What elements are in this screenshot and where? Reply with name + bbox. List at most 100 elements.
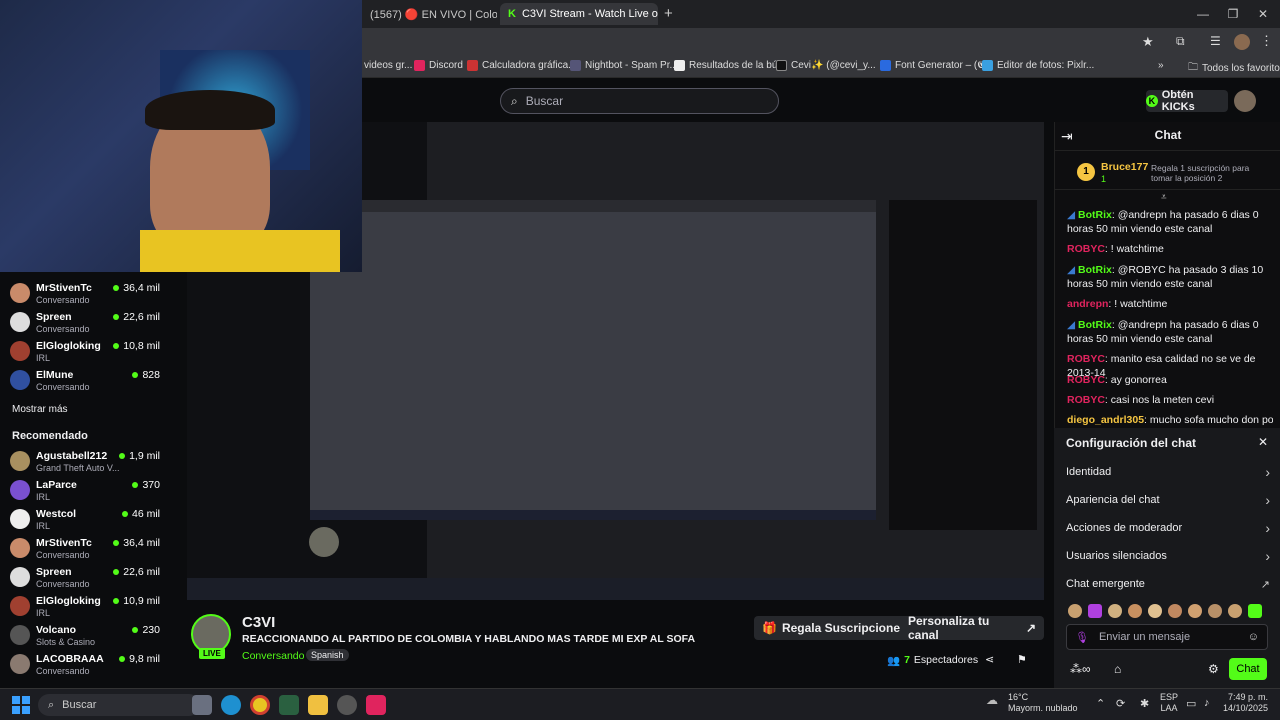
- more-bookmarks-icon[interactable]: »: [1158, 60, 1164, 71]
- emote-icon[interactable]: [1228, 604, 1242, 618]
- chat-message-input[interactable]: 🎙 Enviar un mensaje ☺: [1066, 624, 1268, 650]
- sidebar-channel-mrstiventc[interactable]: MrStivenTc Conversando 36,4 mil: [10, 280, 160, 308]
- chat-username[interactable]: ROBYC: [1067, 374, 1105, 386]
- channel-name: LaParce: [36, 479, 77, 491]
- search-input[interactable]: ⌕ Buscar: [500, 88, 779, 114]
- pin-icon[interactable]: ⩡: [1161, 192, 1167, 203]
- emote-icon[interactable]: [1148, 604, 1162, 618]
- chat-username[interactable]: ROBYC: [1067, 353, 1105, 365]
- top-gifter-banner[interactable]: 1 Bruce177 1 Regala 1 suscripción para t…: [1055, 150, 1280, 190]
- bookmark[interactable]: Cevi✨ (@cevi_y...: [776, 60, 876, 71]
- bookmark[interactable]: Calculadora gráfica...: [467, 60, 577, 71]
- taskbar-search[interactable]: ⌕ Buscar: [38, 694, 200, 716]
- chat-message: ROBYC: ay gonorrea: [1067, 374, 1167, 386]
- store-icon[interactable]: ⌂: [1114, 662, 1121, 676]
- user-avatar[interactable]: [1234, 90, 1256, 112]
- minimize-icon[interactable]: —: [1188, 4, 1218, 24]
- bookmark[interactable]: Font Generator – (𝕮...: [880, 60, 992, 71]
- tiktok-icon: [776, 60, 787, 71]
- chrome-icon[interactable]: [250, 695, 270, 715]
- bookmark[interactable]: Resultados de la bú...: [674, 60, 786, 71]
- report-icon[interactable]: ⚑: [1017, 653, 1027, 666]
- network-icon[interactable]: ▭: [1186, 697, 1196, 710]
- media-icon[interactable]: ☰: [1210, 34, 1221, 48]
- sidebar-channel-volcano[interactable]: Volcano Slots & Casino 230: [10, 622, 160, 650]
- settings-moderator-actions[interactable]: Acciones de moderador ›: [1066, 514, 1270, 542]
- sidebar-channel-mrstiventc-rec[interactable]: MrStivenTc Conversando 36,4 mil: [10, 535, 160, 563]
- emote-icon[interactable]: [1188, 604, 1202, 618]
- bookmark[interactable]: Nightbot - Spam Pr...: [570, 60, 678, 71]
- bot-badge-icon: ◢: [1067, 319, 1076, 331]
- weather-widget[interactable]: 16°C Mayorm. nublado: [1008, 692, 1078, 714]
- sidebar-channel-elmune[interactable]: ElMune Conversando 828: [10, 367, 160, 395]
- gear-icon[interactable]: ⚙: [1208, 662, 1219, 676]
- chat-username[interactable]: BotRix: [1078, 319, 1112, 331]
- emote-icon[interactable]: [1088, 604, 1102, 618]
- bookmark[interactable]: Editor de fotos: Pixlr...: [982, 60, 1094, 71]
- language-tag[interactable]: Spanish: [306, 649, 349, 661]
- chat-username[interactable]: ROBYC: [1067, 394, 1105, 406]
- emote-icon[interactable]: [1168, 604, 1182, 618]
- sidebar-channel-laparce[interactable]: LaParce IRL 370: [10, 477, 160, 505]
- language-indicator[interactable]: ESP LAA: [1160, 692, 1178, 714]
- edge-icon[interactable]: [221, 695, 241, 715]
- extensions-icon[interactable]: ⧉: [1176, 34, 1185, 49]
- tiktok-icon[interactable]: [366, 695, 386, 715]
- sidebar-channel-lacobraaa[interactable]: LACOBRAAA Conversando 9,8 mil: [10, 651, 160, 679]
- emote-icon[interactable]: [1248, 604, 1262, 618]
- tab-youtube[interactable]: (1567) 🔴 EN VIVO | Colom ✕: [362, 3, 497, 25]
- folder-icon[interactable]: [308, 695, 328, 715]
- chat-username[interactable]: ROBYC: [1067, 243, 1105, 255]
- customize-channel-button[interactable]: Personaliza tu canal ↗: [900, 614, 1044, 642]
- channel-name[interactable]: C3VI: [242, 614, 275, 631]
- sidebar-channel-elglogloking-rec[interactable]: ElGlogloking IRL 10,9 mil: [10, 593, 160, 621]
- tray-bluetooth-icon[interactable]: ✱: [1140, 697, 1149, 710]
- viewer-count: 1,9 mil: [119, 450, 160, 462]
- star-icon[interactable]: ★: [1142, 34, 1154, 50]
- profile-avatar[interactable]: [1234, 34, 1250, 50]
- chevron-up-icon[interactable]: ⌃: [1096, 697, 1105, 710]
- emote-icon[interactable]: [1108, 604, 1122, 618]
- settings-appearance[interactable]: Apariencia del chat ›: [1066, 486, 1270, 514]
- settings-identity[interactable]: Identidad ›: [1066, 458, 1270, 486]
- gift-subs-button[interactable]: 🎁 Regala Suscripciones: [754, 616, 915, 640]
- bookmark[interactable]: Discord: [414, 60, 463, 71]
- settings-popout-chat[interactable]: Chat emergente ↗: [1066, 570, 1270, 598]
- chat-username[interactable]: BotRix: [1078, 209, 1112, 221]
- windows-start-icon[interactable]: [12, 696, 30, 714]
- sidebar-channel-spreen-rec[interactable]: Spreen Conversando 22,6 mil: [10, 564, 160, 592]
- get-kicks-button[interactable]: K Obtén KICKs: [1146, 89, 1228, 113]
- all-bookmarks[interactable]: 🗀 Todos los favoritos: [1188, 60, 1280, 77]
- sidebar-channel-elglogloking[interactable]: ElGlogloking IRL 10,8 mil: [10, 338, 160, 366]
- page-icon: [674, 60, 685, 71]
- chat-username[interactable]: BotRix: [1078, 264, 1112, 276]
- close-window-icon[interactable]: ✕: [1248, 4, 1278, 24]
- share-icon[interactable]: ⋖: [985, 653, 994, 666]
- tab-kick[interactable]: K C3VI Stream - Watch Live on Ki ✕: [500, 3, 658, 25]
- show-more-link[interactable]: Mostrar más: [12, 404, 68, 415]
- sidebar-channel-westcol[interactable]: Westcol IRL 46 mil: [10, 506, 160, 534]
- emoji-icon[interactable]: ☺: [1248, 631, 1259, 643]
- clock[interactable]: 7:49 p. m. 14/10/2025: [1222, 692, 1268, 714]
- tray-icon[interactable]: ⟳: [1116, 697, 1125, 710]
- emote-icon[interactable]: [1128, 604, 1142, 618]
- task-view-icon[interactable]: [192, 695, 212, 715]
- chat-username[interactable]: diego_andrl305: [1067, 414, 1144, 426]
- points-icon[interactable]: ⁂∞: [1070, 662, 1091, 676]
- close-icon[interactable]: ✕: [1258, 435, 1268, 449]
- sidebar-channel-spreen[interactable]: Spreen Conversando 22,6 mil: [10, 309, 160, 337]
- app-icon[interactable]: [279, 695, 299, 715]
- emote-icon[interactable]: [1208, 604, 1222, 618]
- sidebar-channel-agustabell212[interactable]: Agustabell212 Grand Theft Auto V... 1,9 …: [10, 448, 160, 476]
- emote-icon[interactable]: [1068, 604, 1082, 618]
- menu-icon[interactable]: ⋮: [1260, 33, 1273, 49]
- settings-muted-users[interactable]: Usuarios silenciados ›: [1066, 542, 1270, 570]
- chat-username[interactable]: andrepn: [1067, 298, 1108, 310]
- maximize-icon[interactable]: ❐: [1218, 4, 1248, 24]
- volume-icon[interactable]: ♪: [1204, 697, 1210, 709]
- send-chat-button[interactable]: Chat: [1229, 658, 1267, 680]
- new-tab-icon[interactable]: +: [664, 5, 673, 22]
- stream-category[interactable]: Conversando: [242, 650, 304, 662]
- obs-icon[interactable]: [337, 695, 357, 715]
- bookmark[interactable]: videos gr...: [364, 60, 412, 71]
